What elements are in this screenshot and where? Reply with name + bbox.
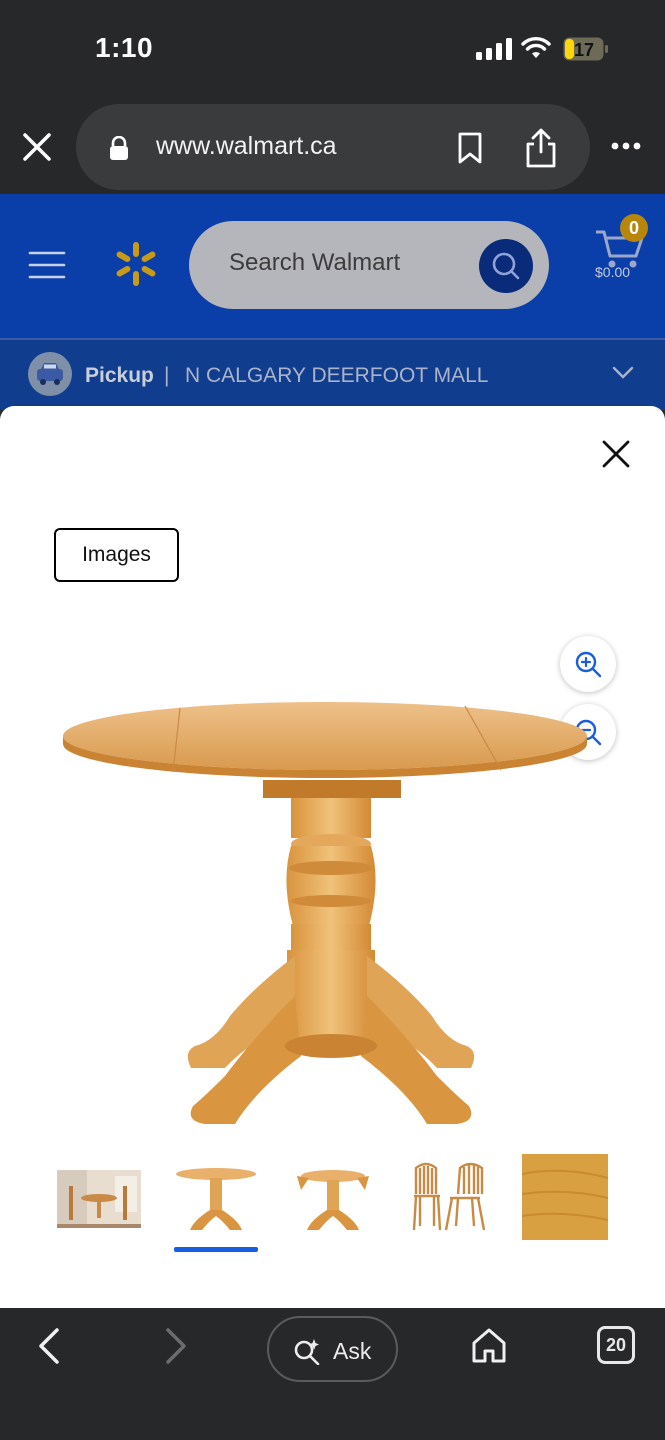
screen: 1:10 17 www.walmart.ca Search Walmart 0 … [0, 0, 665, 1440]
search-input[interactable]: Search Walmart [229, 249, 400, 277]
home-icon[interactable] [470, 1326, 508, 1364]
pickup-separator: | [164, 364, 170, 387]
close-icon[interactable] [20, 130, 54, 164]
url-text: www.walmart.ca [156, 132, 337, 160]
back-arrow-icon[interactable] [35, 1326, 63, 1366]
tabs-button[interactable]: 20 [597, 1326, 635, 1364]
bookmark-icon[interactable] [456, 132, 484, 164]
chevron-down-icon [612, 366, 634, 379]
thumbnail-wood-finish[interactable] [522, 1154, 610, 1244]
ask-button[interactable]: Ask [267, 1316, 398, 1382]
thumbnail-chairs[interactable] [406, 1154, 494, 1244]
pickup-store-name: N CALGARY DEERFOOT MALL [185, 364, 489, 387]
menu-icon[interactable] [28, 250, 66, 280]
more-options-icon[interactable] [610, 136, 642, 156]
browser-bottom-toolbar: Ask 20 [0, 1308, 665, 1440]
pickup-store-selector[interactable]: Pickup | N CALGARY DEERFOOT MALL [0, 338, 665, 410]
thumbnail-dropleaf-table[interactable] [289, 1154, 377, 1244]
search-button[interactable] [479, 239, 533, 293]
product-image [63, 702, 587, 1124]
image-viewer-modal: Images [0, 406, 665, 1308]
thumbnail-table[interactable] [172, 1154, 260, 1244]
browser-toolbar: www.walmart.ca [0, 100, 665, 194]
battery-level: 17 [573, 40, 595, 60]
status-time: 1:10 [95, 32, 154, 63]
address-bar[interactable]: www.walmart.ca [76, 104, 590, 190]
tab-images[interactable]: Images [54, 528, 179, 582]
wifi-icon [521, 37, 551, 58]
cart-count-badge: 0 [620, 214, 648, 242]
close-icon[interactable] [602, 440, 630, 468]
ai-search-icon [294, 1339, 320, 1365]
share-icon[interactable] [524, 128, 558, 168]
zoom-in-button[interactable] [560, 636, 616, 692]
walmart-spark-logo[interactable] [112, 240, 160, 288]
forward-arrow-icon[interactable] [162, 1326, 190, 1366]
thumbnail-table-and-chairs[interactable] [55, 1154, 143, 1244]
pickup-car-icon [28, 352, 72, 396]
lock-icon [110, 136, 128, 160]
status-bar: 1:10 17 [0, 0, 665, 100]
cellular-signal-icon [476, 38, 512, 60]
search-bar[interactable]: Search Walmart [189, 221, 549, 309]
ask-label: Ask [333, 1338, 372, 1364]
pickup-label: Pickup [85, 364, 154, 387]
thumbnail-strip [0, 1154, 665, 1254]
search-icon [492, 252, 520, 280]
cart-total: $0.00 [595, 264, 631, 280]
site-header: Search Walmart 0 $0.00 [0, 194, 665, 338]
zoom-in-icon [575, 651, 602, 678]
selected-thumbnail-indicator [174, 1247, 258, 1252]
